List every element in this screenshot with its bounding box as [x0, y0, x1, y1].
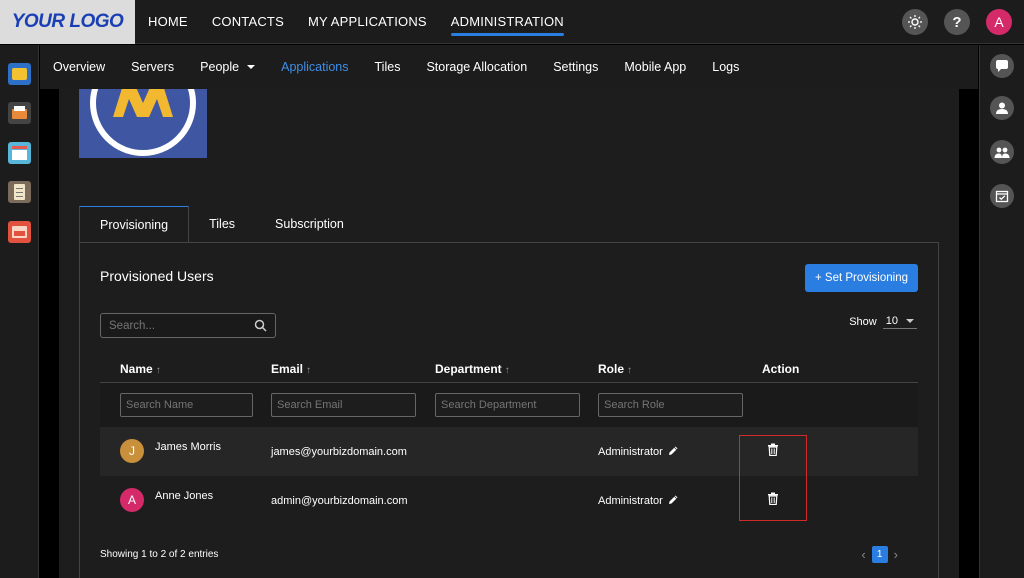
user-icon [996, 102, 1008, 114]
folder-app-icon[interactable] [8, 63, 31, 85]
chevron-left-icon[interactable]: ‹ [861, 547, 865, 562]
group-icon [994, 147, 1010, 158]
top-bar: YOUR LOGO HOME CONTACTS MY APPLICATIONS … [0, 0, 1024, 44]
top-nav: HOME CONTACTS MY APPLICATIONS ADMINISTRA… [148, 0, 588, 44]
topnav-my-applications[interactable]: MY APPLICATIONS [308, 0, 427, 44]
subnav-overview[interactable]: Overview [53, 60, 105, 74]
chevron-down-icon [247, 65, 256, 69]
column-header-role[interactable]: Role ↑ [598, 362, 632, 376]
app-tabs: Provisioning Tiles Subscription [79, 206, 364, 243]
calendar-check-icon [995, 190, 1009, 203]
sort-arrow-icon: ↑ [155, 365, 161, 376]
chevron-down-icon [906, 319, 914, 323]
page-size-select[interactable]: 10 [882, 315, 917, 329]
edit-icon[interactable] [667, 445, 679, 457]
admin-sub-nav: Overview Servers People Applications Til… [40, 45, 978, 89]
left-app-bar [0, 45, 39, 578]
user-name: James Morris [155, 441, 222, 453]
provisioning-panel: Provisioned Users + Set Provisioning Sho… [79, 242, 939, 578]
edit-icon[interactable] [667, 494, 679, 506]
main-content: Provisioning Tiles Subscription Provisio… [59, 89, 959, 578]
page-size-control: Show 10 [849, 315, 917, 329]
user-role: Administrator [598, 446, 663, 458]
column-header-action: Action [762, 362, 800, 376]
topnav-contacts[interactable]: CONTACTS [212, 0, 284, 44]
calendar-check-button[interactable] [990, 184, 1014, 208]
topnav-home[interactable]: HOME [148, 0, 188, 44]
user-role: Administrator [598, 495, 663, 507]
avatar: A [120, 488, 144, 512]
calendar-app-icon[interactable] [8, 142, 31, 164]
show-label: Show [849, 316, 877, 328]
group-button[interactable] [990, 140, 1014, 164]
left-gutter [40, 89, 59, 578]
column-header-email[interactable]: Email ↑ [271, 362, 311, 376]
pagination: ‹ 1 › [861, 546, 898, 563]
theme-toggle-button[interactable] [902, 9, 928, 35]
right-tool-bar [979, 45, 1024, 578]
search-department-input[interactable] [435, 393, 580, 417]
subnav-storage-allocation[interactable]: Storage Allocation [426, 60, 527, 74]
set-provisioning-button[interactable]: + Set Provisioning [804, 264, 918, 292]
search-icon[interactable] [254, 319, 267, 332]
column-header-name[interactable]: Name ↑ [120, 362, 161, 376]
checklist-app-icon[interactable] [8, 181, 31, 203]
table-header: Name ↑ Email ↑ Department ↑ Role ↑ Action [100, 354, 918, 383]
logo[interactable]: YOUR LOGO [0, 0, 135, 44]
tab-provisioning[interactable]: Provisioning [79, 206, 190, 243]
tab-subscription[interactable]: Subscription [255, 206, 364, 243]
search-name-input[interactable] [120, 393, 253, 417]
inbox-app-icon[interactable] [8, 102, 31, 124]
entries-info: Showing 1 to 2 of 2 entries [100, 549, 219, 560]
search-input[interactable] [101, 314, 251, 337]
user-email: admin@yourbizdomain.com [271, 495, 408, 507]
column-header-department[interactable]: Department ↑ [435, 362, 510, 376]
page-button-current[interactable]: 1 [871, 546, 888, 563]
search-role-input[interactable] [598, 393, 743, 417]
avatar: J [120, 439, 144, 463]
sun-icon [908, 15, 922, 29]
subnav-mobile-app[interactable]: Mobile App [624, 60, 686, 74]
subnav-applications[interactable]: Applications [281, 60, 348, 74]
profile-button[interactable] [990, 96, 1014, 120]
subnav-servers[interactable]: Servers [131, 60, 174, 74]
panel-title: Provisioned Users [100, 268, 214, 284]
search-box [100, 313, 276, 338]
tab-tiles[interactable]: Tiles [189, 206, 255, 243]
top-icons: ? A [902, 9, 1012, 35]
app-logo-graphic [90, 89, 196, 156]
action-highlight-box [739, 435, 807, 521]
sort-arrow-icon: ↑ [504, 365, 510, 376]
sort-arrow-icon: ↑ [627, 365, 633, 376]
application-logo-image [79, 89, 207, 158]
chevron-right-icon[interactable]: › [894, 547, 898, 562]
chat-icon [996, 60, 1008, 72]
right-gutter [959, 89, 978, 578]
subnav-settings[interactable]: Settings [553, 60, 598, 74]
topnav-administration[interactable]: ADMINISTRATION [450, 0, 564, 44]
help-button[interactable]: ? [944, 9, 970, 35]
photos-app-icon[interactable] [8, 221, 31, 243]
user-email: james@yourbizdomain.com [271, 446, 407, 458]
user-name: Anne Jones [155, 490, 214, 502]
sort-arrow-icon: ↑ [306, 365, 312, 376]
subnav-logs[interactable]: Logs [712, 60, 739, 74]
subnav-tiles[interactable]: Tiles [375, 60, 401, 74]
subnav-people[interactable]: People [200, 60, 256, 74]
chat-button[interactable] [990, 54, 1014, 78]
user-avatar[interactable]: A [986, 9, 1012, 35]
search-email-input[interactable] [271, 393, 416, 417]
filter-row [100, 383, 918, 427]
